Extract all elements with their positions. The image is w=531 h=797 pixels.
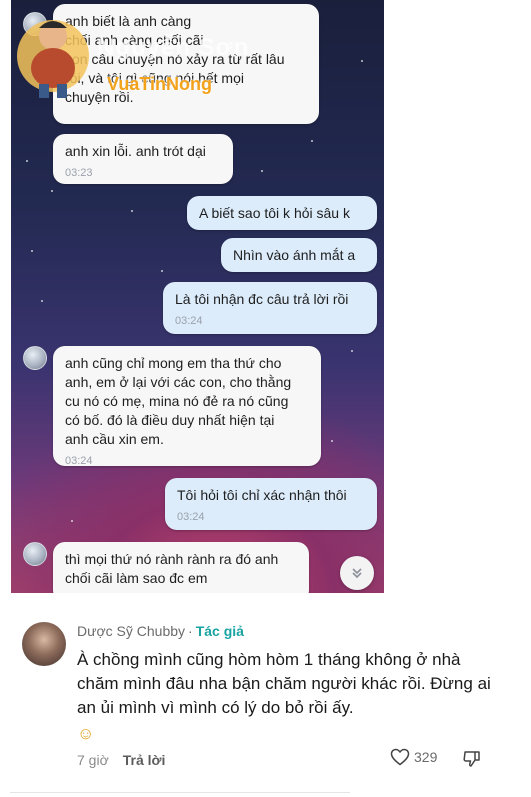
comment-body: À chồng mình cũng hòm hòm 1 tháng không … xyxy=(77,648,497,746)
comment-time: 7 giờ xyxy=(77,752,109,768)
commenter-avatar[interactable] xyxy=(22,622,66,666)
sender-avatar xyxy=(23,542,47,566)
sender-avatar xyxy=(23,12,47,36)
message-text: anh xin lỗi. anh trót dại xyxy=(65,143,206,159)
dislike-button[interactable] xyxy=(462,750,482,773)
message-text: anh cũng chỉ mong em tha thứ cho anh, em… xyxy=(65,355,292,447)
like-count: 329 xyxy=(414,749,438,765)
message-text: A biết sao tôi k hỏi sâu k xyxy=(199,205,350,221)
separator-dot: · xyxy=(188,623,193,639)
author-badge: Tác giả xyxy=(195,623,244,639)
message-text: Tôi hỏi tôi chỉ xác nhận thôi xyxy=(177,487,347,503)
sender-avatar xyxy=(23,346,47,370)
message-time: 03:23 xyxy=(65,167,93,179)
chat-message-outgoing: A biết sao tôi k hỏi sâu k xyxy=(187,196,377,230)
chat-message-outgoing: Nhìn vào ánh mắt a xyxy=(221,238,377,272)
message-text: Nhìn vào ánh mắt a xyxy=(233,247,356,263)
comment-meta: 7 giờ Trả lời xyxy=(77,752,165,768)
message-text: thì mọi thứ nó rành rành ra đó anh chối … xyxy=(65,551,279,586)
reply-button[interactable]: Trả lời xyxy=(123,752,166,768)
chat-message-outgoing: Tôi hỏi tôi chỉ xác nhận thôi 03:24 xyxy=(165,478,377,530)
chat-message-outgoing: Là tôi nhận đc câu trả lời rồi 03:24 xyxy=(163,282,377,334)
chat-message-incoming: anh biết là anh càng chối anh càng chối … xyxy=(53,4,319,124)
chevron-double-down-icon[interactable] xyxy=(340,556,374,590)
comment-card: Dược Sỹ Chubby · Tác giả À chồng mình cũng… xyxy=(0,600,531,797)
message-text: anh biết là anh càng chối anh càng chối … xyxy=(65,13,285,105)
like-button[interactable]: 329 xyxy=(390,748,437,766)
smile-emoji-icon: ☺ xyxy=(77,724,95,743)
chat-message-incoming: anh xin lỗi. anh trót dại 03:23 xyxy=(53,134,233,184)
comment-header: Dược Sỹ Chubby · Tác giả xyxy=(77,623,244,639)
message-time: 03:24 xyxy=(177,511,205,523)
chat-screenshot: anh biết là anh càng chối anh càng chối … xyxy=(11,0,384,593)
thumb-down-outline-icon xyxy=(463,751,480,767)
heart-outline-icon xyxy=(390,748,410,766)
chat-message-incoming: anh cũng chỉ mong em tha thứ cho anh, em… xyxy=(53,346,321,467)
message-time: 03:24 xyxy=(175,315,203,327)
comment-text: À chồng mình cũng hòm hòm 1 tháng không … xyxy=(77,650,491,717)
message-time: 03:24 xyxy=(65,455,93,467)
message-text: Là tôi nhận đc câu trả lời rồi xyxy=(175,291,349,307)
chat-message-incoming: thì mọi thứ nó rành rành ra đó anh chối … xyxy=(53,542,309,593)
divider xyxy=(10,792,350,797)
comment-author[interactable]: Dược Sỹ Chubby xyxy=(77,623,185,639)
